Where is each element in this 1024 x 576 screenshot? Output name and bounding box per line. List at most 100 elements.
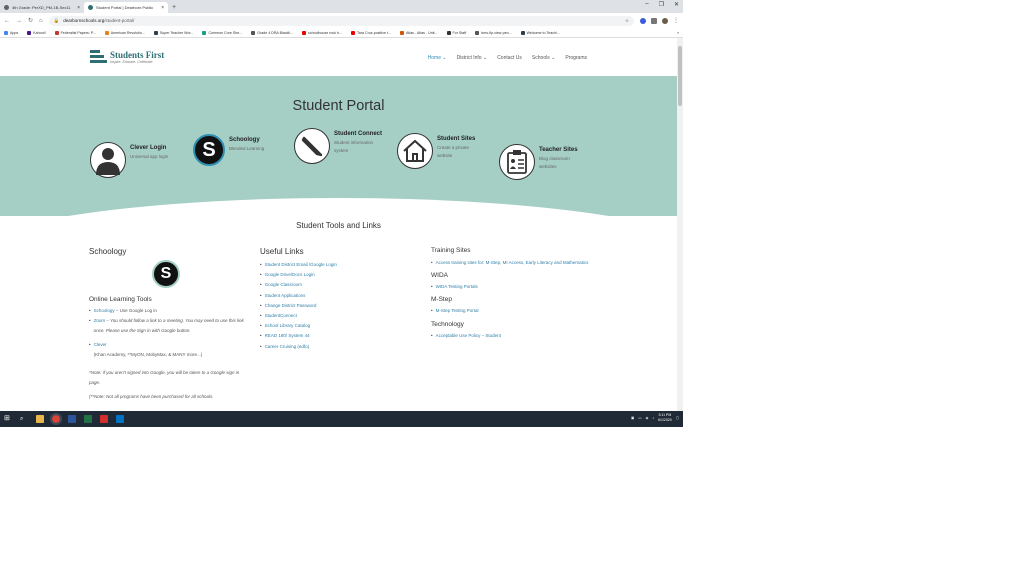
reload-icon[interactable]: ↻: [28, 17, 33, 24]
section-title: Student Tools and Links: [296, 221, 381, 230]
link-clever[interactable]: Clever: [94, 342, 107, 347]
scrollbar-thumb[interactable]: [678, 46, 682, 106]
bookmark-item[interactable]: For Staff: [446, 30, 466, 35]
chevron-down-icon: ⌄: [442, 55, 447, 61]
clock[interactable]: 3:11 PM 6/1/2020: [658, 413, 672, 423]
bookmark-favicon-icon: [446, 30, 451, 35]
card-teacher-sites[interactable]: Teacher Sites Blog classroom websites: [499, 144, 583, 180]
outlook-icon[interactable]: [116, 415, 124, 423]
note-text: (**Note: Not all programs have been purc…: [89, 394, 214, 400]
bookmarks-bar: Apps Kahoot! Federalist Papers: P... Ame…: [0, 28, 683, 38]
list-item[interactable]: Google Drive/Docs Login: [260, 270, 410, 280]
nav-home[interactable]: Home ⌄: [428, 55, 447, 61]
atlas-icon: [399, 30, 404, 35]
star-icon[interactable]: ☆: [625, 18, 629, 24]
excel-icon[interactable]: [84, 415, 92, 423]
file-explorer-icon[interactable]: [36, 415, 44, 423]
volume-icon[interactable]: ♪: [652, 416, 654, 420]
profile-avatar-icon[interactable]: [662, 17, 668, 24]
battery-icon[interactable]: ▭: [638, 416, 641, 420]
home-icon[interactable]: ⌂: [39, 18, 43, 24]
list-item[interactable]: Student District Email /Google Login: [260, 260, 410, 270]
browser-tab-student-portal[interactable]: Student Portal | Dearborn Public ×: [84, 2, 168, 13]
card-desc: Blog classroom websites: [539, 156, 570, 169]
schoology-logo-icon[interactable]: S: [152, 260, 180, 288]
bookmark-apps[interactable]: Apps: [4, 30, 18, 35]
word-icon[interactable]: [68, 415, 76, 423]
bookmark-item[interactable]: bms-flp-view-pen...: [475, 30, 512, 35]
new-tab-button[interactable]: +: [168, 2, 180, 13]
nav-district-info[interactable]: District Info ⌄: [457, 55, 488, 61]
column-schoology: Schoology S Online Learning Tools School…: [89, 247, 249, 402]
search-icon[interactable]: ⌕: [20, 415, 28, 423]
extension-icon[interactable]: [640, 17, 646, 24]
web-page: Students First Inspire. Educate. Celebra…: [0, 38, 677, 411]
list-item[interactable]: M-Step Testing Portal: [431, 306, 591, 316]
tab-close-icon[interactable]: ×: [77, 5, 80, 11]
site-logo[interactable]: Students First Inspire. Educate. Celebra…: [90, 48, 164, 66]
bookmark-item[interactable]: Kahoot!: [27, 30, 46, 35]
column-subheading: WIDA: [431, 272, 448, 280]
browser-tab-grade[interactable]: 4th Grade: PerXD_PM-1B-Sec11 ×: [0, 2, 84, 13]
list-item[interactable]: StudentConnect: [260, 311, 410, 321]
chrome-icon[interactable]: [50, 413, 62, 425]
bookmark-item[interactable]: Common Core She...: [202, 30, 242, 35]
bookmark-favicon-icon: [153, 30, 158, 35]
column-heading: Training Sites: [431, 247, 471, 254]
list-item[interactable]: Google Classroom: [260, 280, 410, 290]
bookmark-item[interactable]: Welcome to Teachi...: [520, 30, 560, 35]
bookmark-item[interactable]: Grade 4 DRA Blackli...: [251, 30, 293, 35]
column-heading: Schoology: [89, 247, 127, 256]
clipboard-icon: [499, 144, 535, 180]
card-title: Schoology: [229, 137, 260, 143]
tab-title: Student Portal | Dearborn Public: [96, 5, 154, 10]
maximize-icon[interactable]: ❐: [659, 1, 664, 8]
card-schoology[interactable]: S Schoology Blended Learning: [193, 134, 264, 166]
list-item[interactable]: Change District Password: [260, 301, 410, 311]
notifications-icon[interactable]: ▢: [676, 416, 679, 420]
minimize-icon[interactable]: –: [645, 1, 648, 8]
back-arrow-icon[interactable]: ←: [4, 18, 10, 24]
link-schoology[interactable]: Schoology: [94, 308, 115, 313]
card-clever-login[interactable]: Clever Login Universal app login: [90, 142, 168, 178]
windows-start-icon[interactable]: ⊞: [4, 415, 12, 423]
menu-kebab-icon[interactable]: ⋮: [673, 17, 679, 24]
youtube-icon: [302, 30, 307, 35]
list-item[interactable]: WIDA Testing Portals: [431, 282, 591, 292]
list-item[interactable]: Acceptable Use Policy – Student: [431, 331, 591, 341]
nav-contact-us[interactable]: Contact Us: [497, 55, 522, 61]
tab-close-icon[interactable]: ×: [161, 5, 164, 11]
url-host: dearbornschools.org: [63, 18, 105, 23]
list-item[interactable]: READ 180/ System 44: [260, 331, 410, 341]
list-item[interactable]: School Library Catalog: [260, 321, 410, 331]
address-bar[interactable]: 🔒 dearbornschools.org/student-portal/ ☆: [48, 15, 634, 26]
list-item[interactable]: Career Cruising (edfo): [260, 342, 410, 352]
card-title: Teacher Sites: [539, 147, 578, 153]
close-window-icon[interactable]: ✕: [674, 1, 679, 8]
bookmark-item[interactable]: Tara Cruz-positive t...: [350, 30, 391, 35]
bookmark-item[interactable]: American Revolutio...: [104, 30, 145, 35]
site-header: Students First Inspire. Educate. Celebra…: [0, 38, 677, 76]
nav-schools[interactable]: Schools ⌄: [532, 55, 555, 61]
bookmarks-overflow-icon[interactable]: »: [677, 31, 679, 35]
card-title: Student Connect: [334, 131, 382, 137]
lock-icon: 🔒: [53, 17, 60, 23]
page-scrollbar[interactable]: [677, 38, 683, 411]
logo-name: Students First: [110, 50, 165, 60]
bookmark-item[interactable]: Super Teacher Wor...: [153, 30, 193, 35]
list-item[interactable]: Student Applications: [260, 291, 410, 301]
list-item[interactable]: Access training sites for: M-Step, MI Ac…: [431, 258, 591, 268]
forward-arrow-icon[interactable]: →: [16, 18, 22, 24]
bookmark-item[interactable]: Federalist Papers: P...: [54, 30, 96, 35]
card-student-connect[interactable]: Student Connect Student information syst…: [294, 128, 384, 164]
bookmark-item[interactable]: Atlas - Atlas - Unit...: [399, 30, 438, 35]
card-student-sites[interactable]: Student Sites Create a private website: [397, 133, 483, 169]
link-zoom[interactable]: Zoom: [94, 318, 106, 323]
windows-taskbar: ⊞ ⌕ ▣ ▭ ◈ ♪ 3:11 PM 6/1/2020 ▢: [0, 411, 683, 427]
puzzle-icon[interactable]: [651, 17, 657, 24]
network-icon[interactable]: ◈: [646, 416, 649, 420]
tray-icon[interactable]: ▣: [631, 416, 634, 420]
acrobat-icon[interactable]: [100, 415, 108, 423]
nav-programs[interactable]: Programs: [565, 55, 587, 61]
bookmark-item[interactable]: schoolhouse rock b...: [302, 30, 342, 35]
